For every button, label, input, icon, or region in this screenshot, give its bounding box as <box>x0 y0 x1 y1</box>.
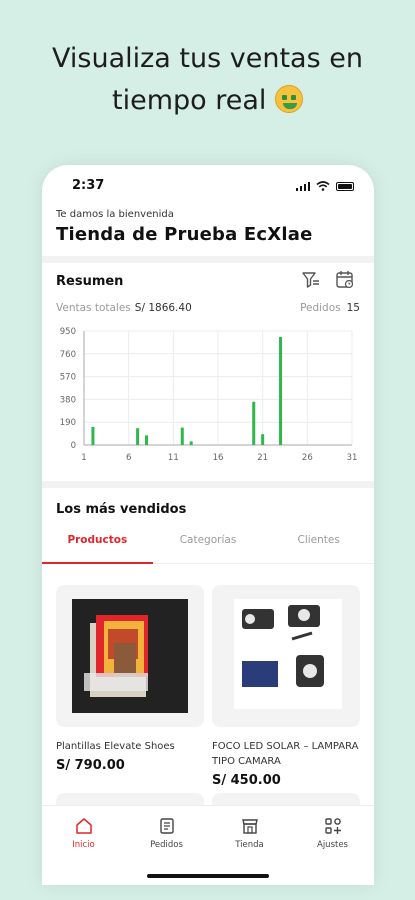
product-image <box>56 585 204 727</box>
wifi-icon <box>316 181 330 191</box>
y-tick-label: 190 <box>60 418 76 428</box>
status-bar: 2:37 <box>42 177 374 197</box>
product-name: FOCO LED SOLAR – LAMPARA TIPO CAMARA <box>212 741 359 767</box>
orders-count: Pedidos 15 <box>300 302 360 314</box>
battery-icon <box>336 181 354 191</box>
signal-icon <box>296 181 310 191</box>
chart-bar <box>91 427 95 445</box>
status-icons <box>296 181 354 191</box>
best-sellers-title: Los más vendidos <box>56 502 187 517</box>
nav-ajustes[interactable]: Ajustes <box>291 806 374 885</box>
chart-bar <box>136 428 140 445</box>
filter-icon[interactable] <box>300 269 322 291</box>
settings-icon <box>324 818 341 834</box>
y-tick-label: 760 <box>60 350 76 360</box>
x-tick-label: 16 <box>213 453 224 463</box>
home-icon <box>75 818 92 834</box>
money-face-icon <box>275 85 303 113</box>
chart-bar <box>145 435 149 445</box>
tab-productos[interactable]: Productos <box>42 528 153 564</box>
x-tick-label: 1 <box>81 453 86 463</box>
product-card[interactable]: FOCO LED SOLAR – LAMPARA TIPO CAMARA S/ … <box>212 585 360 788</box>
summary-title: Resumen <box>56 274 124 289</box>
section-divider <box>42 481 374 488</box>
x-tick-label: 31 <box>347 453 358 463</box>
total-sales: Ventas totales S/ 1866.40 <box>56 302 192 314</box>
y-tick-label: 570 <box>60 373 76 383</box>
phone-screen: 2:37 Te damos la bienvenida Tienda de Pr… <box>42 165 374 885</box>
store-icon <box>241 819 258 834</box>
tab-categorias[interactable]: Categorías <box>153 528 264 563</box>
chart-bar <box>189 441 193 445</box>
chart-bar <box>180 427 184 445</box>
total-sales-label: Ventas totales <box>56 302 131 314</box>
x-tick-label: 21 <box>257 453 268 463</box>
nav-label: Ajustes <box>317 840 348 850</box>
best-sellers-tabs: Productos Categorías Clientes <box>42 528 374 564</box>
nav-label: Inicio <box>72 840 95 850</box>
sales-chart: 01903805707609501 6 11 16 21 26 31 <box>60 327 358 463</box>
nav-inicio[interactable]: Inicio <box>42 806 125 885</box>
total-sales-value: S/ 1866.40 <box>134 302 192 314</box>
status-time: 2:37 <box>72 178 105 193</box>
product-name: Plantillas Elevate Shoes <box>56 741 175 752</box>
store-name: Tienda de Prueba EcXlae <box>56 224 313 245</box>
nav-label: Pedidos <box>150 840 183 850</box>
orders-value: 15 <box>346 302 360 314</box>
chart-bar <box>252 401 256 445</box>
x-tick-label: 11 <box>168 453 179 463</box>
headline-line-2: tiempo real <box>0 80 415 122</box>
headline-line-2-text: tiempo real <box>112 85 267 116</box>
y-tick-label: 950 <box>60 327 76 337</box>
promo-headline: Visualiza tus ventas en tiempo real <box>0 38 415 122</box>
tab-clientes[interactable]: Clientes <box>263 528 374 563</box>
headline-line-1: Visualiza tus ventas en <box>52 43 363 74</box>
product-image <box>212 585 360 727</box>
calendar-icon[interactable] <box>334 269 356 291</box>
product-price: S/ 790.00 <box>56 758 125 773</box>
x-tick-label: 6 <box>126 453 131 463</box>
x-tick-label: 26 <box>302 453 313 463</box>
nav-label: Tienda <box>235 840 264 850</box>
y-tick-label: 380 <box>60 395 76 405</box>
y-tick-label: 0 <box>71 441 76 451</box>
chart-bar <box>279 337 283 445</box>
section-divider <box>42 256 374 263</box>
product-price: S/ 450.00 <box>212 773 281 788</box>
chart-bar <box>261 434 265 445</box>
orders-icon <box>159 818 174 834</box>
home-indicator <box>147 874 269 878</box>
orders-label: Pedidos <box>300 302 341 314</box>
product-card[interactable]: Plantillas Elevate Shoes S/ 790.00 <box>56 585 204 773</box>
bottom-nav: Inicio Pedidos Tienda Ajustes <box>42 805 374 885</box>
welcome-text: Te damos la bienvenida <box>56 209 174 220</box>
